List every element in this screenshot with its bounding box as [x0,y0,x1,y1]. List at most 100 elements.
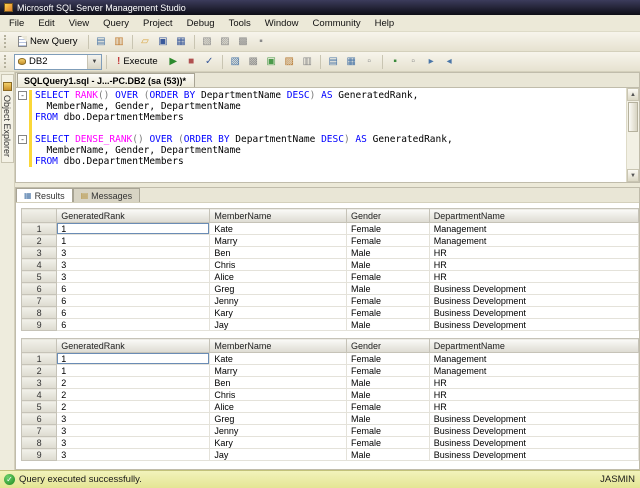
grid-cell[interactable]: 1 [57,353,210,365]
grid-cell[interactable]: Female [347,437,430,449]
row-header[interactable]: 8 [22,307,57,319]
row-header[interactable]: 6 [22,283,57,295]
grid-cell[interactable]: Kary [210,437,347,449]
grid-cell[interactable]: Female [347,235,430,247]
grid-cell[interactable]: 3 [57,413,210,425]
tab-messages[interactable]: ▤ Messages [73,188,141,202]
grid-cell[interactable]: HR [429,271,638,283]
menu-item-community[interactable]: Community [306,16,368,31]
grid-cell[interactable]: Management [429,365,638,377]
properties-window-icon[interactable]: ▪ [253,34,270,50]
save-icon[interactable]: ▣ [155,34,172,50]
grid-cell[interactable]: Management [429,223,638,235]
row-header[interactable]: 7 [22,295,57,307]
grid-cell[interactable]: HR [429,259,638,271]
grid-cell[interactable]: 3 [57,425,210,437]
grid-cell[interactable]: 1 [57,235,210,247]
query-options-icon[interactable]: ▩ [245,54,262,70]
grid-cell[interactable]: Chris [210,259,347,271]
grid-cell[interactable]: Female [347,295,430,307]
grid-cell[interactable]: Business Development [429,319,638,331]
results-to-text-icon[interactable]: ▤ [325,54,342,70]
outdent-icon[interactable]: ◂ [441,54,458,70]
cancel-query-icon[interactable]: ■ [183,54,200,70]
grid-cell[interactable]: HR [429,247,638,259]
uncomment-selection-icon[interactable]: ▫ [405,54,422,70]
intellisense-icon[interactable]: ▣ [263,54,280,70]
grid-cell[interactable]: Management [429,353,638,365]
grid-cell[interactable]: Male [347,319,430,331]
grid-cell[interactable]: Female [347,401,430,413]
column-header-membername[interactable]: MemberName [210,339,347,353]
registered-servers-icon[interactable]: ▧ [199,34,216,50]
code-editor[interactable]: -SELECT RANK() OVER (ORDER BY Department… [16,88,626,182]
grid-cell[interactable]: Business Development [429,307,638,319]
column-header-generatedrank[interactable]: GeneratedRank [57,209,210,223]
comment-selection-icon[interactable]: ▪ [387,54,404,70]
grid-cell[interactable]: Kary [210,307,347,319]
execute-button[interactable]: ! Execute [111,54,164,69]
menu-item-project[interactable]: Project [136,16,180,31]
grid-cell[interactable]: Ben [210,377,347,389]
row-header[interactable]: 3 [22,247,57,259]
column-header-gender[interactable]: Gender [347,339,430,353]
grid-cell[interactable]: Male [347,389,430,401]
row-header[interactable]: 1 [22,223,57,235]
collapse-toggle[interactable]: - [16,134,29,145]
grid-cell[interactable]: Female [347,425,430,437]
grid-cell[interactable]: Alice [210,271,347,283]
code-line[interactable]: FROM dbo.DepartmentMembers [16,112,626,123]
client-statistics-icon[interactable]: ▥ [299,54,316,70]
grid-cell[interactable]: Ben [210,247,347,259]
grid-cell[interactable]: 3 [57,437,210,449]
results-to-file-icon[interactable]: ▫ [361,54,378,70]
column-header-gender[interactable]: Gender [347,209,430,223]
code-line[interactable]: FROM dbo.DepartmentMembers [16,156,626,167]
chevron-down-icon[interactable]: ▼ [87,55,101,69]
estimated-plan-icon[interactable]: ▧ [227,54,244,70]
grid-cell[interactable]: Male [347,259,430,271]
grid-cell[interactable]: 6 [57,319,210,331]
grid-cell[interactable]: Jenny [210,425,347,437]
grid-cell[interactable]: 2 [57,389,210,401]
grid-cell[interactable]: Alice [210,401,347,413]
grid-cell[interactable]: Kate [210,353,347,365]
collapse-minus-icon[interactable]: - [18,135,27,144]
menu-item-help[interactable]: Help [368,16,402,31]
save-all-icon[interactable]: ▦ [173,34,190,50]
grid-cell[interactable]: Female [347,307,430,319]
row-header[interactable]: 3 [22,377,57,389]
results-to-grid-icon[interactable]: ▦ [343,54,360,70]
grid-cell[interactable]: 6 [57,307,210,319]
query-document-tab[interactable]: SQLQuery1.sql - J...-PC.DB2 (sa (53))* [17,73,195,87]
grid-cell[interactable]: Marry [210,365,347,377]
grid-cell[interactable]: Female [347,271,430,283]
grid-cell[interactable]: 2 [57,401,210,413]
row-header[interactable]: 5 [22,271,57,283]
collapse-toggle[interactable]: - [16,90,29,101]
column-header-membername[interactable]: MemberName [210,209,347,223]
open-file-icon[interactable]: ▱ [137,34,154,50]
menu-item-tools[interactable]: Tools [222,16,258,31]
row-header[interactable]: 7 [22,425,57,437]
analysis-services-query-icon[interactable]: ▥ [111,34,128,50]
menu-item-file[interactable]: File [2,16,31,31]
grid-cell[interactable]: Marry [210,235,347,247]
grid-cell[interactable]: 6 [57,283,210,295]
grid-cell[interactable]: Male [347,283,430,295]
grid-cell[interactable]: Male [347,449,430,461]
code-line[interactable]: MemberName, Gender, DepartmentName [16,101,626,112]
grid-cell[interactable]: Business Development [429,449,638,461]
grid-cell[interactable]: 3 [57,449,210,461]
scrollbar-thumb[interactable] [628,102,638,132]
grid-cell[interactable]: 3 [57,271,210,283]
object-explorer-panel-icon[interactable]: ▨ [217,34,234,50]
tab-results[interactable]: ▦ Results [16,188,73,202]
row-header[interactable]: 9 [22,449,57,461]
grid-cell[interactable]: HR [429,401,638,413]
row-header[interactable]: 2 [22,365,57,377]
row-header[interactable]: 8 [22,437,57,449]
row-header[interactable]: 1 [22,353,57,365]
object-explorer-tab[interactable]: Object Explorer [1,74,14,163]
row-header[interactable]: 4 [22,259,57,271]
